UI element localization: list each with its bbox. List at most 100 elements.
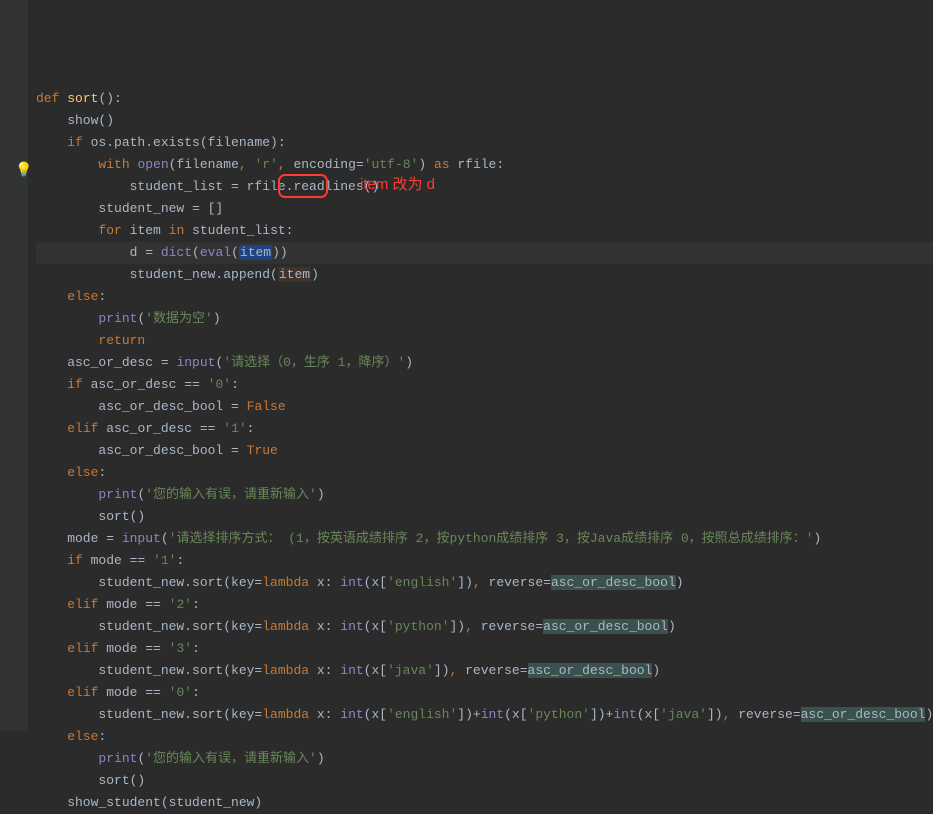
code-token: print	[98, 751, 137, 766]
code-line[interactable]: if asc_or_desc == '0':	[36, 374, 933, 396]
code-area[interactable]: item 改为 d def sort(): show() if os.path.…	[28, 0, 933, 731]
code-line[interactable]: if mode == '1':	[36, 550, 933, 572]
code-line[interactable]: student_new = []	[36, 198, 933, 220]
code-token: item	[278, 267, 311, 282]
code-token: elif	[67, 685, 106, 700]
code-token: int	[613, 707, 636, 722]
code-line[interactable]: asc_or_desc_bool = False	[36, 396, 933, 418]
code-token: '数据为空'	[145, 311, 213, 326]
code-token: '1'	[223, 421, 246, 436]
code-line[interactable]: elif asc_or_desc == '1':	[36, 418, 933, 440]
code-token: '0'	[169, 685, 192, 700]
code-token: sort	[67, 91, 98, 106]
code-token: '0'	[208, 377, 231, 392]
code-token: print	[98, 311, 137, 326]
code-token: lambda	[262, 663, 317, 678]
code-token: dict	[161, 245, 192, 260]
code-token: '您的输入有误，请重新输入'	[145, 751, 317, 766]
code-token: '3'	[169, 641, 192, 656]
code-line[interactable]: print('您的输入有误，请重新输入')	[36, 484, 933, 506]
code-token: item	[239, 245, 272, 260]
code-line[interactable]: return	[36, 330, 933, 352]
code-token: 'r'	[254, 157, 277, 172]
code-token: lambda	[262, 707, 317, 722]
code-token: ,	[723, 707, 739, 722]
code-token: int	[340, 663, 363, 678]
code-line[interactable]: student_new.sort(key=lambda x: int(x['en…	[36, 704, 933, 726]
code-line[interactable]: elif mode == '0':	[36, 682, 933, 704]
code-line[interactable]: asc_or_desc_bool = True	[36, 440, 933, 462]
code-token: int	[340, 707, 363, 722]
code-token: else	[67, 465, 98, 480]
code-token: print	[98, 487, 137, 502]
code-token: 'java'	[660, 707, 707, 722]
code-token: input	[176, 355, 215, 370]
code-token: eval	[200, 245, 231, 260]
code-line[interactable]: else:	[36, 286, 933, 308]
code-token: 'english'	[387, 575, 457, 590]
code-line[interactable]: d = dict(eval(item))	[36, 242, 933, 264]
code-token: else	[67, 729, 98, 744]
code-line[interactable]: for item in student_list:	[36, 220, 933, 242]
code-line[interactable]: elif mode == '2':	[36, 594, 933, 616]
code-token: in	[169, 223, 192, 238]
code-line[interactable]: student_new.append(item)	[36, 264, 933, 286]
code-token: asc_or_desc_bool	[551, 575, 676, 590]
code-token: if	[67, 553, 90, 568]
code-token: 'python'	[387, 619, 449, 634]
code-token: 'java'	[387, 663, 434, 678]
code-line[interactable]: def sort():	[36, 88, 933, 110]
code-token: def	[36, 91, 67, 106]
code-token: int	[340, 619, 363, 634]
code-token: open	[137, 157, 168, 172]
code-token: ,	[473, 575, 489, 590]
code-token: else	[67, 289, 98, 304]
code-token: 'python'	[528, 707, 590, 722]
code-token: 'english'	[387, 707, 457, 722]
code-token: as	[434, 157, 457, 172]
code-line[interactable]: show_student(student_new)	[36, 792, 933, 814]
code-editor[interactable]: 💡 item 改为 d def sort(): show() if os.pat…	[0, 0, 933, 731]
code-line[interactable]: if os.path.exists(filename):	[36, 132, 933, 154]
code-token: with	[98, 157, 137, 172]
code-token: input	[122, 531, 161, 546]
code-token: '2'	[169, 597, 192, 612]
code-line[interactable]: with open(filename, 'r', encoding='utf-8…	[36, 154, 933, 176]
code-token: if	[67, 135, 90, 150]
code-token: '您的输入有误，请重新输入'	[145, 487, 317, 502]
code-token: ,	[239, 157, 255, 172]
lightbulb-icon[interactable]: 💡	[15, 160, 27, 172]
code-token: lambda	[262, 619, 317, 634]
code-line[interactable]: print('您的输入有误，请重新输入')	[36, 748, 933, 770]
code-token: ,	[278, 157, 294, 172]
code-token: '请选择排序方式： (1，按英语成绩排序 2，按python成绩排序 3，按Ja…	[169, 531, 814, 546]
code-token: if	[67, 377, 90, 392]
code-line[interactable]: elif mode == '3':	[36, 638, 933, 660]
code-token: '1'	[153, 553, 176, 568]
code-token: asc_or_desc_bool	[801, 707, 926, 722]
code-line[interactable]: show()	[36, 110, 933, 132]
code-token: True	[247, 443, 278, 458]
code-line[interactable]: else:	[36, 462, 933, 484]
code-line[interactable]: sort()	[36, 770, 933, 792]
editor-gutter: 💡	[0, 0, 28, 731]
code-token: '请选择（0，生序 1，降序）'	[223, 355, 405, 370]
code-token: asc_or_desc_bool	[543, 619, 668, 634]
code-token: asc_or_desc_bool	[528, 663, 653, 678]
code-token: elif	[67, 421, 106, 436]
code-line[interactable]: student_new.sort(key=lambda x: int(x['ja…	[36, 660, 933, 682]
code-token: for	[98, 223, 129, 238]
code-token: lambda	[262, 575, 317, 590]
code-line[interactable]: mode = input('请选择排序方式： (1，按英语成绩排序 2，按pyt…	[36, 528, 933, 550]
code-line[interactable]: student_new.sort(key=lambda x: int(x['py…	[36, 616, 933, 638]
code-line[interactable]: else:	[36, 726, 933, 748]
code-token: elif	[67, 641, 106, 656]
code-line[interactable]: sort()	[36, 506, 933, 528]
code-token: ,	[450, 663, 466, 678]
code-token: False	[247, 399, 286, 414]
code-line[interactable]: asc_or_desc = input('请选择（0，生序 1，降序）')	[36, 352, 933, 374]
code-token: int	[481, 707, 504, 722]
code-line[interactable]: print('数据为空')	[36, 308, 933, 330]
code-line[interactable]: student_new.sort(key=lambda x: int(x['en…	[36, 572, 933, 594]
code-line[interactable]: student_list = rfile.readlines()	[36, 176, 933, 198]
